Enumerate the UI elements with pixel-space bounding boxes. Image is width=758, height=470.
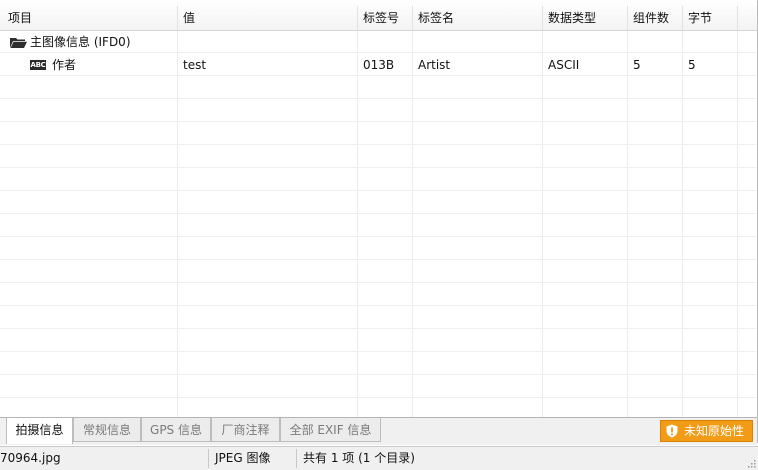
column-header-value[interactable]: 值 bbox=[183, 10, 195, 26]
abc-text-icon: ABC bbox=[30, 60, 46, 70]
column-divider[interactable] bbox=[177, 6, 178, 30]
grid-hline bbox=[0, 328, 756, 329]
grid-hline bbox=[0, 236, 756, 237]
status-bar: 70964.jpg JPEG 图像 共有 1 项 (1 个目录) bbox=[0, 446, 758, 470]
column-header-components[interactable]: 组件数 bbox=[633, 10, 669, 26]
grid-hline bbox=[0, 305, 756, 306]
grid-vline bbox=[542, 31, 543, 417]
column-header-tag-number[interactable]: 标签号 bbox=[363, 10, 399, 26]
shield-exclamation-icon bbox=[666, 424, 678, 438]
tab-all-exif-info[interactable]: 全部 EXIF 信息 bbox=[280, 418, 381, 442]
grid-hline bbox=[0, 397, 756, 398]
grid-hline bbox=[0, 167, 756, 168]
grid-hline bbox=[0, 121, 756, 122]
tab-shooting-info[interactable]: 拍摄信息 bbox=[6, 418, 73, 444]
status-divider bbox=[296, 449, 297, 468]
grid-hline bbox=[0, 190, 756, 191]
folder-icon[interactable] bbox=[10, 37, 27, 48]
resize-grip-icon[interactable] bbox=[746, 458, 756, 468]
grid-vline bbox=[682, 31, 683, 417]
tab-maker-notes[interactable]: 厂商注释 bbox=[211, 418, 280, 442]
column-header-tag-name[interactable]: 标签名 bbox=[418, 10, 454, 26]
grid-vline bbox=[357, 31, 358, 417]
grid-vline bbox=[737, 31, 738, 417]
grid-hline bbox=[0, 374, 756, 375]
column-divider[interactable] bbox=[682, 6, 683, 30]
tab-bar: 拍摄信息 常规信息 GPS 信息 厂商注释 全部 EXIF 信息 bbox=[0, 417, 757, 445]
row-tag-name: Artist bbox=[418, 58, 451, 72]
column-header-bytes[interactable]: 字节 bbox=[688, 10, 712, 26]
row-components: 5 bbox=[633, 58, 641, 72]
tab-gps-info[interactable]: GPS 信息 bbox=[141, 418, 211, 442]
grid-vline bbox=[412, 31, 413, 417]
grid-hline bbox=[0, 259, 756, 260]
column-divider[interactable] bbox=[542, 6, 543, 30]
grid-hline bbox=[0, 52, 756, 53]
status-divider bbox=[208, 449, 209, 468]
column-divider[interactable] bbox=[357, 6, 358, 30]
column-divider[interactable] bbox=[627, 6, 628, 30]
status-filetype: JPEG 图像 bbox=[215, 451, 271, 465]
group-label[interactable]: 主图像信息 (IFD0) bbox=[30, 34, 131, 50]
column-divider[interactable] bbox=[737, 6, 738, 30]
column-header-data-type[interactable]: 数据类型 bbox=[548, 10, 596, 26]
row-bytes: 5 bbox=[688, 58, 696, 72]
column-header-item[interactable]: 项目 bbox=[8, 10, 32, 26]
grid-hline bbox=[0, 282, 756, 283]
row-data-type: ASCII bbox=[548, 58, 580, 72]
originality-badge[interactable]: 未知原始性 bbox=[660, 420, 753, 442]
grid-hline bbox=[0, 144, 756, 145]
row-tag-number: 013B bbox=[363, 58, 395, 72]
grid-hline bbox=[0, 351, 756, 352]
table-header: 项目 值 标签号 标签名 数据类型 组件数 字节 bbox=[0, 0, 757, 31]
grid-hline bbox=[0, 213, 756, 214]
table-body bbox=[0, 31, 756, 417]
originality-label: 未知原始性 bbox=[684, 424, 745, 438]
grid-vline bbox=[627, 31, 628, 417]
grid-vline bbox=[177, 31, 178, 417]
grid-hline bbox=[0, 75, 756, 76]
row-item-name[interactable]: 作者 bbox=[52, 57, 76, 73]
status-summary: 共有 1 项 (1 个目录) bbox=[303, 451, 415, 465]
row-value[interactable]: test bbox=[183, 57, 206, 73]
exif-table-panel: 项目 值 标签号 标签名 数据类型 组件数 字节 主图像信息 (IFD0) AB… bbox=[0, 0, 758, 443]
status-filename: 70964.jpg bbox=[0, 451, 61, 465]
grid-hline bbox=[0, 98, 756, 99]
column-divider[interactable] bbox=[412, 6, 413, 30]
tab-general-info[interactable]: 常规信息 bbox=[73, 418, 141, 442]
